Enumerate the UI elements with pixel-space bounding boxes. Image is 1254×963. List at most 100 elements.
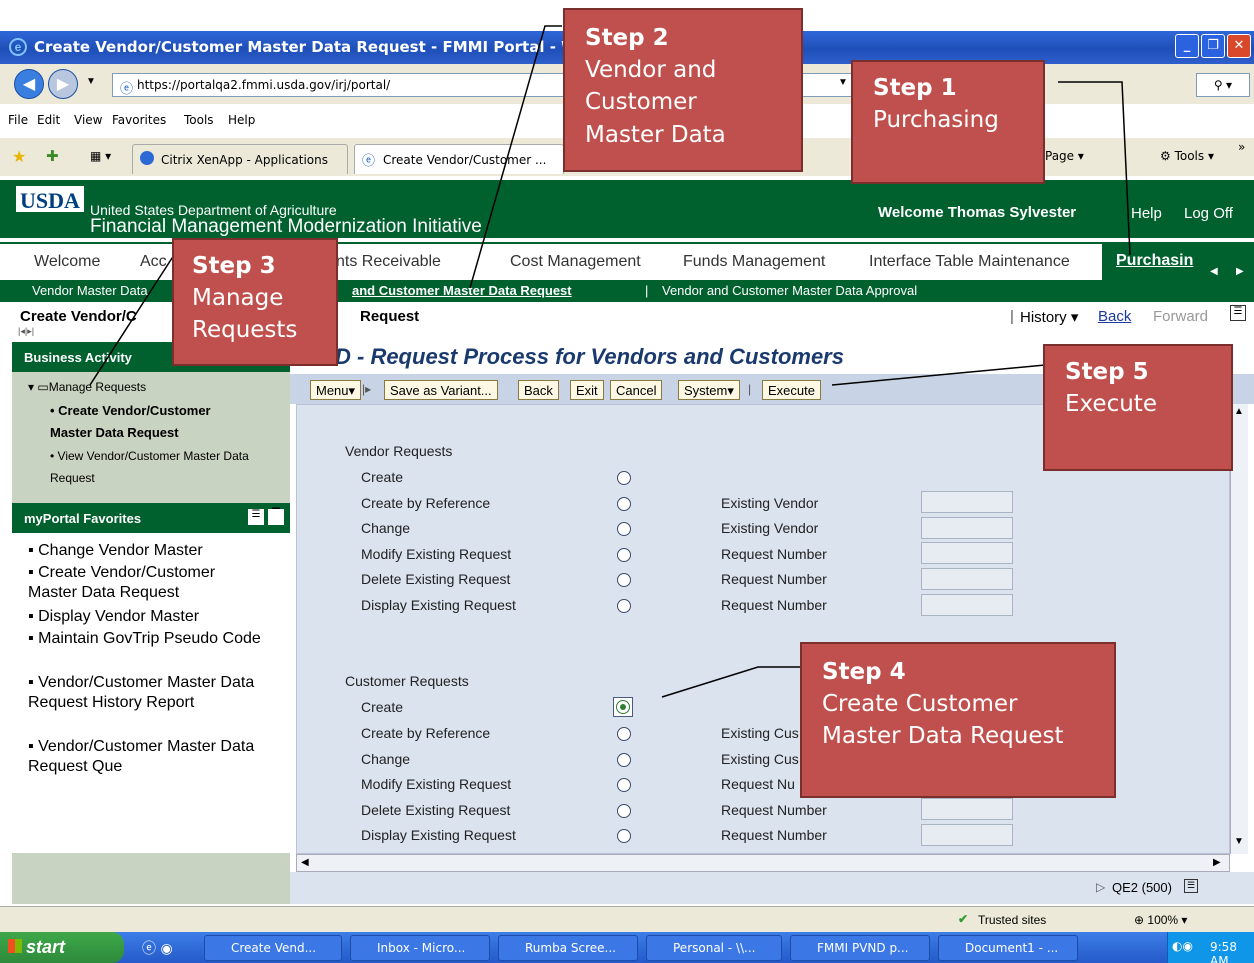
vendor-create-radio[interactable] <box>617 471 631 485</box>
favorites-star-icon[interactable]: ★ <box>12 147 26 166</box>
scroll-up-icon[interactable]: ▲ <box>1234 406 1244 417</box>
step4-title: Step 4 <box>822 659 906 685</box>
quick-tabs-icon[interactable]: ▦ ▾ <box>90 149 111 163</box>
menu-view[interactable]: View <box>74 113 102 127</box>
vendor-modify-request-input[interactable] <box>921 542 1013 564</box>
page-menu[interactable]: Page ▾ <box>1045 149 1084 163</box>
menu-tools[interactable]: Tools <box>184 113 214 127</box>
manage-requests-folder[interactable]: ▾ ▭Manage Requests <box>28 380 146 394</box>
scroll-right-arrow-icon[interactable]: ▶ <box>1213 857 1221 868</box>
customer-display-radio[interactable] <box>617 829 631 843</box>
address-dropdown-icon[interactable]: ▼ <box>838 77 848 88</box>
favorite-item[interactable]: ▪ Vendor/Customer Master Data Request Qu… <box>28 737 268 777</box>
customer-create-by-reference-radio[interactable] <box>617 727 631 741</box>
customer-delete-radio[interactable] <box>617 804 631 818</box>
subnav-vendor-master-data[interactable]: Vendor Master Data <box>32 283 148 298</box>
favorite-item[interactable]: ▪ Maintain GovTrip Pseudo Code <box>28 629 268 649</box>
existing-vendor-input[interactable] <box>921 491 1013 513</box>
vendor-display-radio[interactable] <box>617 599 631 613</box>
system-button[interactable]: System▾ <box>678 380 740 400</box>
favorites-menu-icon[interactable]: ☰ <box>248 509 264 525</box>
options-menu-icon[interactable]: ☰ <box>1230 305 1246 321</box>
back-button[interactable]: Back <box>518 380 559 400</box>
search-icon[interactable]: ⚲ ▾ <box>1196 73 1250 97</box>
tab-create-vendor[interactable]: Create Vendor/Customer ... <box>354 144 564 174</box>
subnav-vendor-customer-request[interactable]: and Customer Master Data Request <box>352 283 572 298</box>
taskbar-rumba[interactable]: Rumba Scree... <box>498 935 638 961</box>
zoom-control[interactable]: ⊕ 100% ▾ <box>1134 913 1187 927</box>
taskbar-personal[interactable]: Personal - \\... <box>646 935 782 961</box>
menu-button[interactable]: Menu▾ <box>310 380 362 400</box>
taskbar-document1[interactable]: Document1 - ... <box>938 935 1078 961</box>
sidebar-item-view-request[interactable]: • View Vendor/Customer Master Data Reque… <box>50 445 250 489</box>
execute-button[interactable]: Execute <box>762 380 821 400</box>
scroll-left-arrow-icon[interactable]: ◀ <box>301 857 309 868</box>
restore-button[interactable]: ❐ <box>1201 34 1225 58</box>
exit-button[interactable]: Exit <box>570 380 604 400</box>
menu-help[interactable]: Help <box>228 113 255 127</box>
cancel-button[interactable]: Cancel <box>610 380 663 400</box>
menu-file[interactable]: File <box>8 113 28 127</box>
taskbar-fmmi[interactable]: FMMI PVND p... <box>790 935 930 961</box>
tab-purchasing[interactable]: Purchasin <box>1102 244 1200 282</box>
vendor-create-by-reference-radio[interactable] <box>617 497 631 511</box>
scroll-right-icon[interactable]: ▶ <box>1236 266 1244 277</box>
customer-create-radio[interactable] <box>613 697 633 717</box>
chevron-right-icon[interactable]: » <box>1238 140 1245 154</box>
tab-citrix[interactable]: Citrix XenApp - Applications <box>132 144 348 174</box>
scroll-left-icon[interactable]: ◀ <box>1210 266 1218 277</box>
favorite-item[interactable]: ▪ Change Vendor Master <box>28 541 268 561</box>
scroll-down-icon[interactable]: ▼ <box>1234 836 1244 847</box>
customer-option-label: Change <box>361 751 411 767</box>
horizontal-scrollbar[interactable]: ◀ ▶ <box>296 854 1230 872</box>
add-favorite-icon[interactable]: ✚ <box>46 147 59 165</box>
favorite-item[interactable]: ▪ Display Vendor Master <box>28 607 268 627</box>
logoff-link[interactable]: Log Off <box>1184 205 1233 222</box>
tab-accounts-receivable[interactable]: nts Receivable <box>336 253 441 271</box>
initiative-name: Financial Management Modernization Initi… <box>90 216 482 237</box>
subnav-vendor-customer-approval[interactable]: Vendor and Customer Master Data Approval <box>662 283 917 298</box>
tab-accounting[interactable]: Acc <box>140 253 167 271</box>
vendor-modify-radio[interactable] <box>617 548 631 562</box>
save-as-variant-button[interactable]: Save as Variant... <box>384 380 498 400</box>
customer-display-request-input[interactable] <box>921 824 1013 846</box>
vendor-delete-radio[interactable] <box>617 573 631 587</box>
minimize-button[interactable]: _ <box>1175 34 1199 58</box>
forward-nav-icon[interactable]: ▶ <box>48 69 78 99</box>
favorite-item[interactable]: ▪ Vendor/Customer Master Data Request Hi… <box>28 673 268 713</box>
history-link[interactable]: History ▾ <box>1020 308 1078 326</box>
forward-link[interactable]: Forward <box>1153 308 1208 325</box>
tab-cost-management[interactable]: Cost Management <box>510 253 641 271</box>
tray-icons[interactable]: ◐◉ <box>1172 939 1193 953</box>
quicklaunch-ie-icon[interactable]: ⓔ ◉ <box>142 938 173 958</box>
taskbar-create-vend[interactable]: Create Vend... <box>204 935 342 961</box>
tools-menu[interactable]: ⚙ Tools ▾ <box>1160 149 1214 163</box>
vendor-change-radio[interactable] <box>617 522 631 536</box>
existing-vendor-change-input[interactable] <box>921 517 1013 539</box>
history-dropdown-icon[interactable]: ▼ <box>86 76 96 87</box>
status-menu-icon[interactable]: ☰ <box>1184 879 1198 893</box>
collapse-arrows-icon[interactable]: |◂|▸| <box>18 326 34 337</box>
tab-funds-management[interactable]: Funds Management <box>683 253 825 271</box>
favorite-item[interactable]: ▪ Create Vendor/Customer Master Data Req… <box>28 563 268 603</box>
favorites-list: ▪ Change Vendor Master ▪ Create Vendor/C… <box>12 533 290 853</box>
menu-edit[interactable]: Edit <box>37 113 60 127</box>
vendor-delete-request-input[interactable] <box>921 568 1013 590</box>
tab-welcome[interactable]: Welcome <box>34 253 100 271</box>
vendor-display-request-input[interactable] <box>921 594 1013 616</box>
menu-favorites[interactable]: Favorites <box>112 113 166 127</box>
taskbar-inbox[interactable]: Inbox - Micro... <box>350 935 490 961</box>
back-link[interactable]: Back <box>1098 308 1131 325</box>
close-button[interactable]: ✕ <box>1227 34 1251 58</box>
tab-interface-table-maintenance[interactable]: Interface Table Maintenance <box>869 253 1070 271</box>
manage-requests-label: Manage Requests <box>48 380 147 394</box>
help-link[interactable]: Help <box>1131 205 1162 222</box>
customer-modify-radio[interactable] <box>617 778 631 792</box>
sidebar-item-create-request[interactable]: • Create Vendor/Customer Master Data Req… <box>50 400 250 444</box>
status-play-icon[interactable]: ▷ <box>1096 880 1105 894</box>
customer-delete-request-input[interactable] <box>921 798 1013 820</box>
vertical-scrollbar[interactable]: ▲ ▼ <box>1230 404 1248 854</box>
back-nav-icon[interactable]: ◀ <box>14 69 44 99</box>
favorites-minimize-icon[interactable]: ▔ <box>268 509 284 525</box>
customer-change-radio[interactable] <box>617 753 631 767</box>
